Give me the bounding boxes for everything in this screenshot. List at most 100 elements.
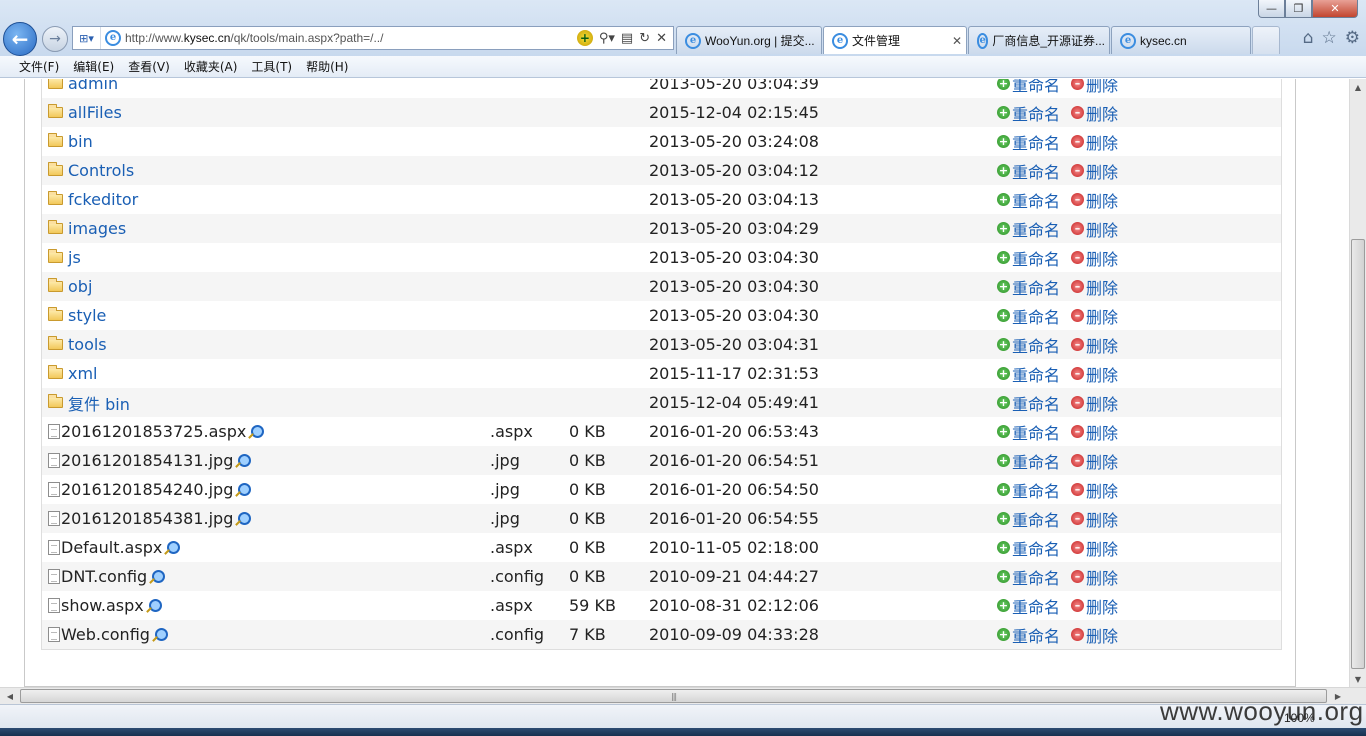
- menu-tools[interactable]: 工具(T): [244, 58, 299, 75]
- folder-link[interactable]: images: [68, 219, 126, 238]
- rename-link[interactable]: + 重命名: [997, 159, 1060, 183]
- delete-link[interactable]: – 删除: [1071, 333, 1118, 357]
- delete-link[interactable]: – 删除: [1071, 507, 1118, 531]
- rename-link[interactable]: + 重命名: [997, 623, 1060, 647]
- favorites-star-icon[interactable]: ☆: [1322, 28, 1337, 48]
- back-button[interactable]: ←: [3, 22, 37, 56]
- tab-file-manager[interactable]: e 文件管理 ✕: [823, 26, 967, 54]
- folder-link[interactable]: 复件 bin: [68, 391, 130, 415]
- rename-link[interactable]: + 重命名: [997, 420, 1060, 444]
- home-icon[interactable]: ⌂: [1303, 28, 1314, 48]
- folder-link[interactable]: xml: [68, 364, 98, 383]
- delete-link[interactable]: – 删除: [1071, 391, 1118, 415]
- menu-edit[interactable]: 编辑(E): [66, 58, 121, 75]
- settings-gear-icon[interactable]: ⚙: [1345, 28, 1360, 48]
- delete-link[interactable]: – 删除: [1071, 536, 1118, 560]
- rename-link[interactable]: + 重命名: [997, 565, 1060, 589]
- rename-link[interactable]: + 重命名: [997, 362, 1060, 386]
- rename-link[interactable]: + 重命名: [997, 217, 1060, 241]
- minus-icon: –: [1071, 512, 1085, 525]
- delete-link[interactable]: – 删除: [1071, 130, 1118, 154]
- rename-link[interactable]: + 重命名: [997, 478, 1060, 502]
- delete-link[interactable]: – 删除: [1071, 449, 1118, 473]
- view-magnifier-icon[interactable]: [167, 541, 181, 554]
- folder-link[interactable]: js: [68, 248, 81, 267]
- rename-link[interactable]: + 重命名: [997, 391, 1060, 415]
- zoom-level[interactable]: 100%: [1284, 711, 1315, 725]
- delete-link[interactable]: – 删除: [1071, 565, 1118, 589]
- tab-vendor-info[interactable]: e 厂商信息_开源证券...: [968, 26, 1110, 54]
- delete-link[interactable]: – 删除: [1071, 188, 1118, 212]
- restore-button[interactable]: ❐: [1285, 0, 1312, 18]
- forward-button[interactable]: →: [42, 26, 68, 52]
- vertical-scrollbar[interactable]: ▲ ▼: [1349, 79, 1366, 687]
- folder-link[interactable]: style: [68, 306, 106, 325]
- delete-link[interactable]: – 删除: [1071, 420, 1118, 444]
- rename-link[interactable]: + 重命名: [997, 188, 1060, 212]
- page-icon[interactable]: ▤: [621, 31, 633, 46]
- rename-link[interactable]: + 重命名: [997, 275, 1060, 299]
- menu-help[interactable]: 帮助(H): [299, 58, 355, 75]
- delete-link[interactable]: – 删除: [1071, 217, 1118, 241]
- delete-link[interactable]: – 删除: [1071, 623, 1118, 647]
- menu-favorites[interactable]: 收藏夹(A): [177, 58, 245, 75]
- minimize-button[interactable]: —: [1258, 0, 1285, 18]
- folder-link[interactable]: tools: [68, 335, 107, 354]
- tab-wooyun[interactable]: e WooYun.org | 提交...: [676, 26, 822, 54]
- rename-link[interactable]: + 重命名: [997, 507, 1060, 531]
- view-magnifier-icon[interactable]: [238, 483, 252, 496]
- modified-date: 2010-09-09 04:33:28: [649, 625, 819, 644]
- delete-link[interactable]: – 删除: [1071, 275, 1118, 299]
- delete-link[interactable]: – 删除: [1071, 101, 1118, 125]
- refresh-icon[interactable]: ↻: [639, 31, 650, 46]
- horizontal-scroll-thumb[interactable]: |||: [20, 689, 1327, 703]
- delete-link[interactable]: – 删除: [1071, 246, 1118, 270]
- rename-link[interactable]: + 重命名: [997, 333, 1060, 357]
- address-bar[interactable]: ⊞▾ e http://www.kysec.cn/qk/tools/main.a…: [72, 26, 674, 50]
- scroll-left-arrow-icon[interactable]: ◀: [2, 688, 18, 704]
- rename-link[interactable]: + 重命名: [997, 304, 1060, 328]
- vertical-scroll-thumb[interactable]: [1351, 239, 1365, 669]
- delete-link[interactable]: – 删除: [1071, 362, 1118, 386]
- folder-link[interactable]: obj: [68, 277, 92, 296]
- search-icon[interactable]: ⚲▾: [599, 31, 615, 46]
- scroll-down-arrow-icon[interactable]: ▼: [1350, 671, 1366, 687]
- rename-link[interactable]: + 重命名: [997, 79, 1060, 96]
- rename-link[interactable]: + 重命名: [997, 101, 1060, 125]
- delete-link[interactable]: – 删除: [1071, 594, 1118, 618]
- view-magnifier-icon[interactable]: [148, 599, 162, 612]
- rename-link[interactable]: + 重命名: [997, 594, 1060, 618]
- delete-link[interactable]: – 删除: [1071, 478, 1118, 502]
- folder-link[interactable]: fckeditor: [68, 190, 138, 209]
- view-magnifier-icon[interactable]: [154, 628, 168, 641]
- close-button[interactable]: ✕: [1312, 0, 1358, 18]
- scroll-up-arrow-icon[interactable]: ▲: [1350, 79, 1366, 95]
- delete-link[interactable]: – 删除: [1071, 159, 1118, 183]
- plus-icon: +: [997, 251, 1010, 264]
- minus-icon: –: [1071, 106, 1085, 119]
- view-magnifier-icon[interactable]: [238, 454, 252, 467]
- tab-kysec[interactable]: e kysec.cn: [1111, 26, 1251, 54]
- delete-link[interactable]: – 删除: [1071, 79, 1118, 96]
- address-url[interactable]: http://www.kysec.cn/qk/tools/main.aspx?p…: [125, 31, 577, 45]
- file-size: 59 KB: [569, 596, 616, 615]
- tab-close-icon[interactable]: ✕: [946, 34, 962, 48]
- delete-link[interactable]: – 删除: [1071, 304, 1118, 328]
- view-magnifier-icon[interactable]: [152, 570, 166, 583]
- new-tab-button[interactable]: [1252, 26, 1280, 54]
- folder-link[interactable]: admin: [68, 79, 118, 93]
- folder-link[interactable]: Controls: [68, 161, 134, 180]
- rename-link[interactable]: + 重命名: [997, 246, 1060, 270]
- folder-link[interactable]: bin: [68, 132, 93, 151]
- plugin-icon[interactable]: +: [576, 30, 593, 46]
- view-magnifier-icon[interactable]: [251, 425, 265, 438]
- rename-link[interactable]: + 重命名: [997, 536, 1060, 560]
- view-magnifier-icon[interactable]: [238, 512, 252, 525]
- folder-link[interactable]: allFiles: [68, 103, 122, 122]
- rename-link[interactable]: + 重命名: [997, 449, 1060, 473]
- rename-link[interactable]: + 重命名: [997, 130, 1060, 154]
- stop-icon[interactable]: ✕: [656, 31, 667, 46]
- menu-view[interactable]: 查看(V): [121, 58, 177, 75]
- menu-file[interactable]: 文件(F): [12, 58, 66, 75]
- compatibility-view-icon[interactable]: ⊞▾: [73, 27, 101, 49]
